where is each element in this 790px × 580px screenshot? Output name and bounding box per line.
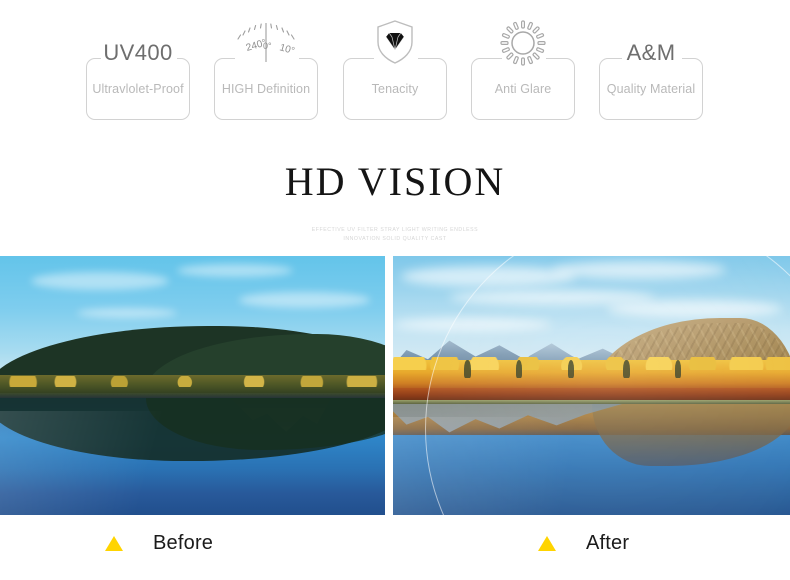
feature-card-tenacity[interactable]: Tenacity xyxy=(343,52,447,120)
feature-card-quality-material[interactable]: Quality Material xyxy=(599,52,703,120)
photo-before xyxy=(0,256,385,515)
sun-icon xyxy=(471,18,575,66)
scene-after xyxy=(393,256,790,515)
water-sheen xyxy=(393,416,790,515)
feature-label-tenacity: Tenacity xyxy=(371,82,419,96)
subtitle-line-1: EFFECTIVE UV FILTER STRAY LIGHT WRITING … xyxy=(311,227,479,233)
feature-strip: Ultravlolet-Proof UV400 HIGH Definition xyxy=(0,0,790,140)
conifer xyxy=(674,359,682,378)
feature-label-quality-material: Quality Material xyxy=(606,82,696,96)
feature-badge-uv400: UV400 xyxy=(103,40,173,65)
feature-label-uv400: Ultravlolet-Proof xyxy=(92,82,184,96)
caption-after-label: After xyxy=(586,532,630,554)
shield-diamond-icon xyxy=(343,18,447,66)
conifer xyxy=(567,359,575,378)
feature-label-anti-glare: Anti Glare xyxy=(494,82,552,96)
aspen-tree-tops xyxy=(393,357,790,370)
scene-before xyxy=(0,256,385,515)
feature-card-uv400[interactable]: Ultravlolet-Proof xyxy=(86,52,190,120)
caption-before: Before xyxy=(105,532,213,555)
cloud xyxy=(77,307,178,319)
page-title: HD VISION xyxy=(284,159,506,204)
svg-text:10°: 10° xyxy=(278,42,296,57)
feature-label-high-definition: HIGH Definition xyxy=(221,82,311,96)
triangle-up-marker xyxy=(105,536,123,551)
svg-text:0°: 0° xyxy=(263,41,272,51)
cloud xyxy=(393,318,552,332)
page-subtitle: EFFECTIVE UV FILTER STRAY LIGHT WRITING … xyxy=(0,226,790,243)
feature-card-high-definition[interactable]: HIGH Definition xyxy=(214,52,318,120)
water-sheen xyxy=(0,411,385,515)
cloud xyxy=(177,263,293,277)
cloud xyxy=(238,292,370,308)
subtitle-line-2: INNOVATION SOLID QUALITY CAST xyxy=(343,235,447,242)
feature-card-anti-glare[interactable]: Anti Glare xyxy=(471,52,575,120)
cloud xyxy=(607,300,783,319)
product-feature-banner: Ultravlolet-Proof UV400 HIGH Definition xyxy=(0,0,790,580)
conifer xyxy=(464,359,471,378)
gauge-icon: 240° 0° 10° xyxy=(214,18,318,64)
photo-after xyxy=(393,256,790,515)
comparison-photo-band xyxy=(0,256,790,515)
cloud xyxy=(400,266,576,288)
caption-before-label: Before xyxy=(153,532,214,554)
feature-badge-quality-material: A&M xyxy=(626,40,676,65)
autumn-tree-tops xyxy=(0,376,385,387)
conifer xyxy=(623,359,630,378)
caption-after: After xyxy=(538,532,629,555)
triangle-up-marker xyxy=(538,536,556,551)
cloud xyxy=(30,271,170,290)
